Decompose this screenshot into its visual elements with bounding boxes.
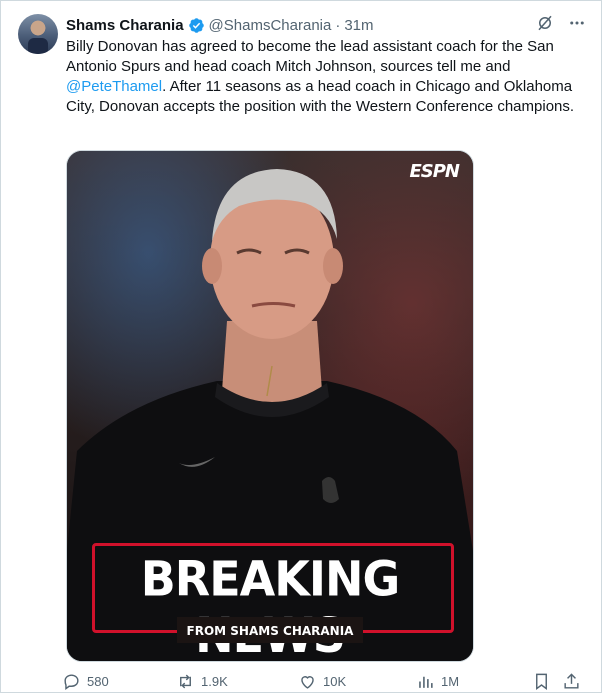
bookmark-icon — [536, 673, 547, 691]
bookmark-button[interactable] — [532, 672, 551, 691]
tweet-timestamp[interactable]: 31m — [344, 17, 373, 34]
header-actions — [536, 14, 586, 32]
reply-button[interactable]: 580 — [62, 672, 109, 691]
more-icon[interactable] — [568, 14, 586, 32]
breaking-news-headline: BREAKING NEWS — [140, 550, 401, 661]
tweet-text: Billy Donovan has agreed to become the l… — [66, 37, 581, 117]
tweet-media[interactable]: ESPN BREAKING NEWS FROM SHAMS CHARANIA — [66, 150, 474, 662]
repost-button[interactable]: 1.9K — [176, 672, 228, 691]
breaking-news-byline: FROM SHAMS CHARANIA — [186, 624, 354, 638]
avatar[interactable] — [18, 14, 58, 54]
views-button[interactable]: 1M — [416, 672, 459, 691]
tweet-header: Shams Charania @ShamsCharania · 31m — [66, 14, 586, 36]
separator-dot: · — [335, 16, 341, 34]
grok-icon[interactable] — [536, 14, 554, 32]
like-count: 10K — [323, 674, 347, 689]
views-icon — [419, 676, 433, 688]
reply-icon — [64, 674, 79, 691]
author-name[interactable]: Shams Charania — [66, 17, 184, 34]
tweet-text-part-1: Billy Donovan has agreed to become the l… — [66, 38, 554, 75]
reply-count: 580 — [87, 674, 109, 689]
verified-badge-icon — [188, 17, 204, 33]
share-button[interactable] — [562, 672, 581, 691]
like-button[interactable]: 10K — [298, 672, 346, 691]
repost-icon — [180, 674, 191, 689]
share-icon — [564, 673, 579, 689]
espn-logo: ESPN — [409, 161, 460, 182]
author-handle[interactable]: @ShamsCharania — [209, 17, 332, 34]
repost-count: 1.9K — [201, 674, 228, 689]
views-count: 1M — [441, 674, 460, 689]
mention-link[interactable]: @PeteThamel — [66, 78, 162, 95]
tweet-actions: 580 1.9K 10K 1M — [62, 672, 587, 694]
like-icon — [301, 676, 314, 689]
